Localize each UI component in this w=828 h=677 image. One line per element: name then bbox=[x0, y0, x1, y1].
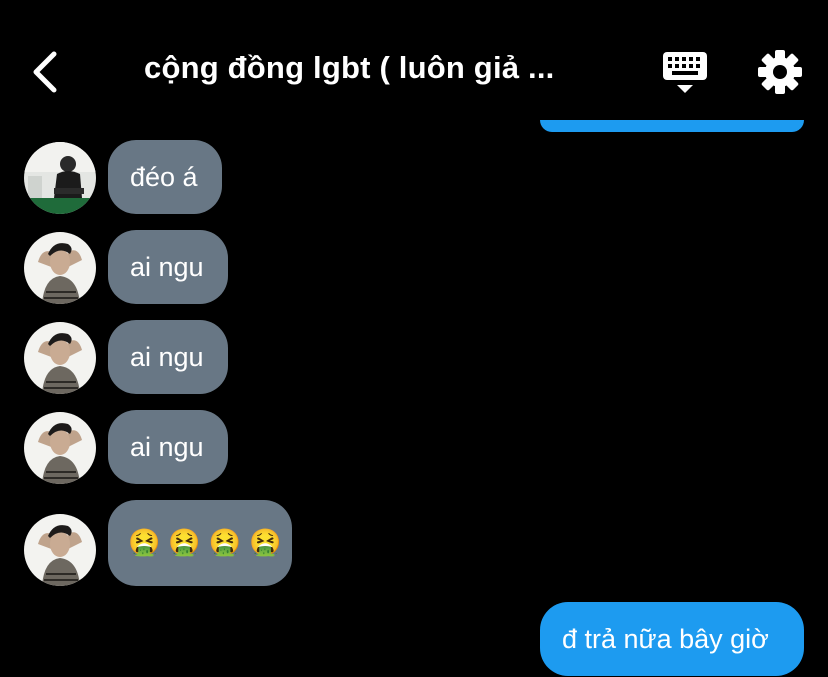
message-text: đéo á bbox=[130, 161, 198, 192]
settings-button[interactable] bbox=[756, 48, 804, 96]
keyboard-icon bbox=[663, 52, 707, 93]
message-text: ai ngu bbox=[130, 341, 204, 372]
avatar-user-2[interactable] bbox=[24, 232, 96, 304]
message-text: 🤮🤮🤮🤮 bbox=[128, 528, 290, 558]
avatar-user-1[interactable] bbox=[24, 142, 96, 214]
message-text: ai ngu bbox=[130, 431, 204, 462]
chat-header: cộng đồng lgbt ( luôn giả ... bbox=[0, 0, 828, 128]
gear-icon bbox=[758, 50, 802, 94]
incoming-message-bubble[interactable]: ai ngu bbox=[108, 230, 228, 304]
outgoing-message-bubble[interactable]: đ trả nữa bây giờ bbox=[540, 602, 804, 676]
avatar-user-2[interactable] bbox=[24, 412, 96, 484]
back-button[interactable] bbox=[26, 48, 66, 96]
chevron-left-icon bbox=[33, 51, 57, 93]
message-text: đ trả nữa bây giờ bbox=[562, 623, 769, 654]
incoming-message-bubble[interactable]: đéo á bbox=[108, 140, 222, 214]
incoming-message-bubble[interactable]: 🤮🤮🤮🤮 bbox=[108, 500, 292, 586]
message-text: ai ngu bbox=[130, 251, 204, 282]
previous-outgoing-bubble-edge bbox=[540, 120, 804, 132]
avatar-user-2[interactable] bbox=[24, 322, 96, 394]
incoming-message-bubble[interactable]: ai ngu bbox=[108, 320, 228, 394]
keyboard-button[interactable] bbox=[660, 50, 710, 96]
avatar-user-2[interactable] bbox=[24, 514, 96, 586]
conversation-title[interactable]: cộng đồng lgbt ( luôn giả ... bbox=[144, 50, 594, 86]
incoming-message-bubble[interactable]: ai ngu bbox=[108, 410, 228, 484]
